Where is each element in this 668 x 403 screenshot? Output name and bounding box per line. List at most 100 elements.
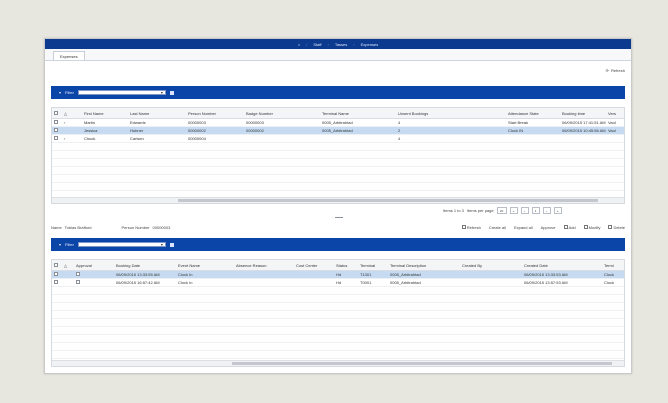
header-event-name[interactable]: Event Name xyxy=(176,263,234,268)
cell-status: Hd xyxy=(336,280,342,285)
nav-separator: / xyxy=(306,41,308,47)
header-terminal[interactable]: Terminal xyxy=(358,263,388,268)
page-number[interactable]: 1 xyxy=(531,207,540,214)
nav-item-staff[interactable]: Staff xyxy=(313,42,321,47)
add-button[interactable]: Add xyxy=(563,225,576,230)
cell-terminal: T1301 xyxy=(360,272,372,277)
approve-button[interactable]: Approve xyxy=(541,225,556,230)
grid-header: △ Approval Booking Date Event Name Absen… xyxy=(52,260,624,271)
detail-actions: Refresh Create all Expand all Approve Ad… xyxy=(461,222,625,232)
header-cost-center[interactable]: Cost Center xyxy=(294,263,334,268)
row-expand-icon[interactable]: › xyxy=(62,120,82,125)
table-row[interactable]: Jessica Hubner 00000002 00000002 0005_Arbitr… xyxy=(52,127,624,135)
nav-item-tasses[interactable]: Tasses xyxy=(335,42,347,47)
panel-splitter[interactable] xyxy=(335,217,343,218)
table-row[interactable]: › Chuck Carlsen 00000004 4 xyxy=(52,135,624,143)
filter-bar-bottom: ▾ Filter ▾ xyxy=(51,238,625,251)
header-created-date[interactable]: Created Date xyxy=(522,263,602,268)
last-page-icon[interactable]: » xyxy=(553,207,562,214)
filter-apply-icon[interactable] xyxy=(169,242,174,247)
dropdown-arrow-icon[interactable]: ▾ xyxy=(161,242,163,247)
header-badge-number[interactable]: Badge Number xyxy=(244,111,320,116)
header-person-number[interactable]: Person Number xyxy=(186,111,244,116)
name-label: Name xyxy=(51,224,62,230)
empty-row xyxy=(52,151,624,159)
bookings-grid: △ Approval Booking Date Event Name Absen… xyxy=(51,259,625,367)
header-terminal-name[interactable]: Terminal Name xyxy=(320,111,396,116)
header-absence-reason[interactable]: Absence Reason xyxy=(234,263,294,268)
horizontal-scrollbar[interactable] xyxy=(52,197,624,203)
filter-label: Filter xyxy=(65,90,74,95)
cell-booking-time: 06/09/2015 17:41:51 AM xyxy=(562,120,606,125)
home-icon[interactable]: ⌂ xyxy=(298,42,300,47)
nav-separator: › xyxy=(327,41,329,47)
row-checkbox[interactable] xyxy=(52,120,62,125)
filter-input-bottom[interactable]: ▾ xyxy=(77,242,166,247)
cell-terminal-description: 0005_Arbitrahtad xyxy=(390,272,421,277)
cell-last-name: Edwards xyxy=(130,120,146,125)
table-row[interactable]: › Martin Edwards 00000003 00000003 0005_Arbit… xyxy=(52,119,624,127)
first-page-icon[interactable]: « xyxy=(509,207,518,214)
person-number-label: Person Number xyxy=(121,224,150,230)
refresh-button[interactable]: ⟳ Refresh xyxy=(606,68,625,73)
cell-attendance-state: Clock IN xyxy=(508,128,524,133)
header-sort[interactable]: △ xyxy=(62,263,74,268)
cell-first-name: Martin xyxy=(84,120,96,125)
header-created-by[interactable]: Created By xyxy=(460,263,522,268)
filter-apply-icon[interactable] xyxy=(169,90,174,95)
create-all-button[interactable]: Create all xyxy=(489,225,506,230)
header-approval[interactable]: Approval xyxy=(74,263,114,268)
refresh-detail-button[interactable]: Refresh xyxy=(461,225,481,230)
table-row[interactable]: 06/09/2015 13:33:55 AM Clock In Hd T1301 000… xyxy=(52,271,624,279)
employees-grid: △ First Name Last Name Person Number Bad… xyxy=(51,107,625,204)
cell-created-date: 06/09/2015 13:33:53 AM xyxy=(524,272,568,277)
header-status[interactable]: Status xyxy=(334,263,358,268)
tab-expenses[interactable]: Expenses xyxy=(53,51,85,60)
prev-page-icon[interactable]: ‹ xyxy=(520,207,529,214)
cell-badge-number: 00000003 xyxy=(246,120,264,125)
header-booking-date[interactable]: Booking Date xyxy=(114,263,176,268)
delete-icon xyxy=(608,225,613,230)
cell-last-name: Carlsen xyxy=(130,136,144,141)
filter-toggle-icon[interactable]: ▾ xyxy=(59,90,61,95)
cell-unsent-bookings: 2 xyxy=(398,128,401,133)
header-first-name[interactable]: First Name xyxy=(82,111,128,116)
cell-status: Hd xyxy=(336,272,342,277)
empty-row xyxy=(52,351,624,359)
header-sort[interactable]: △ xyxy=(62,111,82,116)
row-checkbox[interactable] xyxy=(52,128,62,133)
dropdown-arrow-icon[interactable]: ▾ xyxy=(161,90,163,95)
header-attendance-state[interactable]: Attendance State xyxy=(506,111,560,116)
row-checkbox[interactable] xyxy=(52,136,62,141)
cell-approval[interactable] xyxy=(74,272,114,277)
select-all-checkbox[interactable] xyxy=(52,262,62,268)
empty-row xyxy=(52,303,624,311)
horizontal-scrollbar[interactable] xyxy=(52,360,624,366)
row-checkbox[interactable] xyxy=(52,272,62,277)
cell-unsent-bookings: 4 xyxy=(398,120,401,125)
filter-input-top[interactable]: ▾ xyxy=(77,90,166,95)
filter-toggle-icon[interactable]: ▾ xyxy=(59,242,61,247)
per-page-select[interactable]: 20 xyxy=(496,207,507,214)
empty-row xyxy=(52,343,624,351)
table-row[interactable]: 06/09/2015 16:57:42 AM Clock In Hd T0001 000… xyxy=(52,279,624,287)
row-expand-icon[interactable]: › xyxy=(62,136,82,141)
cell-terminal-name: 0005_Arbitrahtad xyxy=(322,120,353,125)
expand-all-button[interactable]: Expand all xyxy=(514,225,533,230)
refresh-label: Refresh xyxy=(610,68,625,73)
header-unsent-bookings[interactable]: Unsent Bookings xyxy=(396,111,506,116)
delete-button[interactable]: Delete xyxy=(608,225,625,230)
modify-button[interactable]: Modify xyxy=(583,225,600,230)
header-terminal-description[interactable]: Terminal Description xyxy=(388,263,460,268)
cell-terminal: T0001 xyxy=(360,280,372,285)
row-checkbox[interactable] xyxy=(52,280,62,285)
person-number-value: 00000003 xyxy=(152,224,171,230)
nav-item-expenses[interactable]: Expenses xyxy=(361,42,379,47)
select-all-checkbox[interactable] xyxy=(52,110,62,116)
header-booking-time[interactable]: Booking time xyxy=(560,111,606,116)
cell-approval[interactable] xyxy=(74,280,114,285)
header-version[interactable]: Vers xyxy=(606,111,624,116)
header-last-name[interactable]: Last Name xyxy=(128,111,186,116)
next-page-icon[interactable]: › xyxy=(542,207,551,214)
header-terminal-short[interactable]: Termi xyxy=(602,263,624,268)
